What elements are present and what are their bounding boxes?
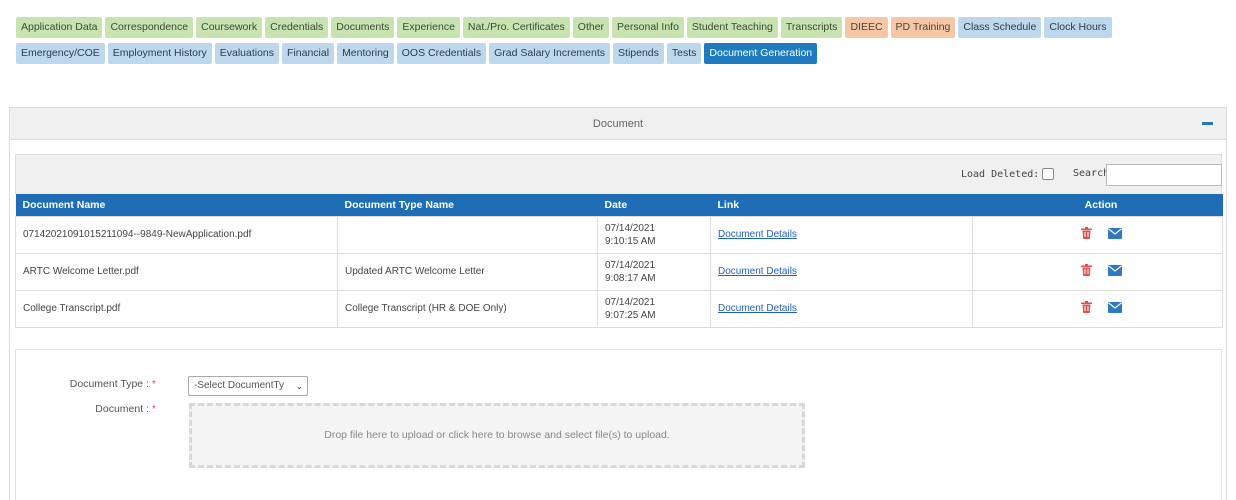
document-details-link[interactable]: Document Details bbox=[718, 303, 797, 314]
document-type-cell: Updated ARTC Welcome Letter bbox=[337, 252, 598, 291]
tab-dieec[interactable]: DIEEC bbox=[845, 17, 888, 38]
load-deleted-label: Load Deleted: bbox=[961, 168, 1040, 180]
col-document-name[interactable]: Document Name bbox=[16, 194, 338, 216]
table-row: College Transcript.pdf College Transcript… bbox=[15, 289, 1223, 328]
tab-row-2: Emergency/COE Employment History Evaluatio… bbox=[16, 43, 1226, 65]
tab-documents[interactable]: Documents bbox=[331, 17, 395, 38]
tab-evaluations[interactable]: Evaluations bbox=[214, 43, 280, 64]
upload-form: Document Type : * -Select DocumentTy ⌄ D… bbox=[15, 349, 1222, 500]
tab-bar: Application Data Correspondence Coursework… bbox=[16, 17, 1226, 69]
date-cell: 07/14/2021 9:07:25 AM bbox=[597, 289, 711, 328]
tab-financial[interactable]: Financial bbox=[282, 43, 335, 64]
trash-icon[interactable] bbox=[1080, 264, 1092, 279]
table-header-row: Document Name Document Type Name Date Li… bbox=[15, 194, 1223, 216]
tab-mentoring[interactable]: Mentoring bbox=[337, 43, 394, 64]
date-cell: 07/14/2021 9:08:17 AM bbox=[597, 252, 711, 291]
date-value: 07/14/2021 bbox=[605, 296, 656, 308]
tab-employment-history[interactable]: Employment History bbox=[107, 43, 212, 64]
date-value: 07/14/2021 bbox=[605, 259, 656, 271]
col-date[interactable]: Date bbox=[598, 194, 711, 216]
link-cell: Document Details bbox=[710, 252, 973, 291]
document-details-link[interactable]: Document Details bbox=[718, 266, 797, 277]
document-name-cell: 07142021091015211094--9849-NewApplicatio… bbox=[15, 215, 338, 254]
tab-grad-salary-increments[interactable]: Grad Salary Increments bbox=[489, 43, 611, 64]
time-value: 9:07:25 AM bbox=[605, 309, 656, 321]
date-value: 07/14/2021 bbox=[605, 222, 656, 234]
document-type-label: Document Type : * bbox=[69, 378, 156, 390]
envelope-icon[interactable] bbox=[1107, 264, 1122, 279]
load-deleted-checkbox[interactable] bbox=[1042, 168, 1055, 180]
tab-document-generation[interactable]: Document Generation bbox=[704, 43, 818, 64]
document-type-cell bbox=[337, 215, 598, 254]
tab-transcripts[interactable]: Transcripts bbox=[780, 17, 843, 38]
table-row: 07142021091015211094--9849-NewApplicatio… bbox=[15, 215, 1223, 254]
trash-icon[interactable] bbox=[1080, 301, 1092, 316]
envelope-icon[interactable] bbox=[1107, 227, 1122, 242]
documents-table-wrap: Load Deleted: Search: Document Name Docu… bbox=[15, 154, 1223, 328]
document-type-cell: College Transcript (HR & DOE Only) bbox=[337, 289, 598, 328]
tab-experience[interactable]: Experience bbox=[397, 17, 460, 38]
tab-personal-info[interactable]: Personal Info bbox=[612, 17, 684, 38]
time-value: 9:10:15 AM bbox=[605, 235, 656, 247]
tab-student-teaching[interactable]: Student Teaching bbox=[686, 17, 778, 38]
tab-clock-hours[interactable]: Clock Hours bbox=[1044, 17, 1112, 38]
chevron-down-icon: ⌄ bbox=[295, 381, 303, 391]
document-panel: Document Load Deleted: Search: Document … bbox=[9, 107, 1227, 500]
tab-nat-pro-certificates[interactable]: Nat./Pro. Certificates bbox=[462, 17, 570, 38]
collapse-minus-icon[interactable] bbox=[1202, 122, 1213, 125]
search-input[interactable] bbox=[1106, 164, 1222, 186]
tab-stipends[interactable]: Stipends bbox=[613, 43, 664, 64]
tab-application-data[interactable]: Application Data bbox=[16, 17, 103, 38]
document-name-cell: ARTC Welcome Letter.pdf bbox=[15, 252, 338, 291]
tab-correspondence[interactable]: Correspondence bbox=[105, 17, 194, 38]
tab-class-schedule[interactable]: Class Schedule bbox=[958, 17, 1042, 38]
time-value: 9:08:17 AM bbox=[605, 272, 656, 284]
panel-header: Document bbox=[10, 108, 1226, 140]
tab-pd-training[interactable]: PD Training bbox=[890, 17, 956, 38]
tab-other[interactable]: Other bbox=[572, 17, 610, 38]
date-cell: 07/14/2021 9:10:15 AM bbox=[597, 215, 711, 254]
tab-row-1: Application Data Correspondence Coursework… bbox=[16, 17, 1226, 39]
link-cell: Document Details bbox=[710, 289, 973, 328]
col-link[interactable]: Link bbox=[711, 194, 973, 216]
action-cell bbox=[972, 215, 1223, 254]
col-document-type[interactable]: Document Type Name bbox=[338, 194, 598, 216]
col-action: Action bbox=[1084, 198, 1118, 211]
load-deleted: Load Deleted: bbox=[961, 168, 1055, 180]
document-type-select[interactable]: -Select DocumentTy ⌄ bbox=[188, 376, 308, 396]
document-type-selected: -Select DocumentTy bbox=[194, 380, 285, 391]
tab-tests[interactable]: Tests bbox=[666, 43, 702, 64]
action-cell bbox=[972, 289, 1223, 328]
tab-oos-credentials[interactable]: OOS Credentials bbox=[396, 43, 487, 64]
tab-emergency-coe[interactable]: Emergency/COE bbox=[16, 43, 105, 64]
document-details-link[interactable]: Document Details bbox=[718, 229, 797, 240]
file-dropzone[interactable]: Drop file here to upload or click here t… bbox=[189, 403, 805, 468]
tab-credentials[interactable]: Credentials bbox=[265, 17, 329, 38]
link-cell: Document Details bbox=[710, 215, 973, 254]
table-row: ARTC Welcome Letter.pdf Updated ARTC Welc… bbox=[15, 252, 1223, 291]
document-name-cell: College Transcript.pdf bbox=[15, 289, 338, 328]
panel-title: Document bbox=[592, 118, 644, 130]
table-body: 07142021091015211094--9849-NewApplicatio… bbox=[15, 215, 1223, 328]
document-label: Document : * bbox=[95, 403, 156, 415]
documents-table: Document Name Document Type Name Date Li… bbox=[15, 194, 1223, 328]
envelope-icon[interactable] bbox=[1107, 301, 1122, 316]
trash-icon[interactable] bbox=[1080, 227, 1092, 242]
table-toolbar: Load Deleted: Search: bbox=[15, 154, 1222, 194]
tab-coursework[interactable]: Coursework bbox=[196, 17, 263, 38]
action-cell bbox=[972, 252, 1223, 291]
